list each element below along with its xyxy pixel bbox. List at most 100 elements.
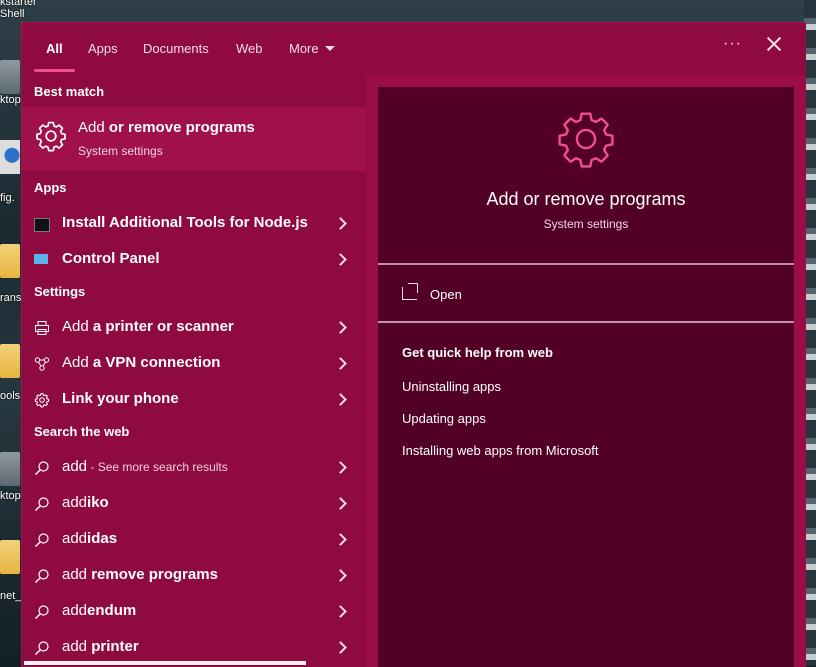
desktop-icon-label: net_ bbox=[0, 590, 22, 602]
list-item[interactable]: Install Additional Tools for Node.js bbox=[22, 205, 366, 241]
search-panel: All Apps Documents Web More ··· Best mat… bbox=[21, 22, 806, 667]
desktop-pc-icon[interactable] bbox=[0, 60, 20, 94]
best-match-title-light: Add bbox=[78, 119, 105, 136]
web-result-item[interactable]: addendum bbox=[22, 593, 366, 629]
best-match-item[interactable]: Add or remove programs System settings bbox=[22, 107, 366, 171]
section-settings: Settings bbox=[34, 284, 86, 299]
search-box-edge bbox=[24, 661, 306, 665]
chevron-right-icon[interactable] bbox=[334, 533, 346, 545]
list-item-text: add bbox=[62, 638, 88, 655]
printer-icon bbox=[35, 321, 49, 335]
chevron-right-icon[interactable] bbox=[334, 461, 346, 473]
divider bbox=[378, 263, 794, 265]
best-match-subtitle: System settings bbox=[78, 144, 163, 158]
list-item-text: endum bbox=[87, 602, 137, 619]
chevron-right-icon[interactable] bbox=[334, 217, 346, 229]
gear-icon bbox=[558, 112, 614, 168]
chevron-right-icon[interactable] bbox=[334, 357, 346, 369]
list-item-text: add bbox=[62, 566, 88, 583]
open-button[interactable]: Open bbox=[402, 283, 602, 309]
desktop-icon-label: kstarter bbox=[0, 0, 37, 8]
tab-more[interactable]: More bbox=[289, 41, 335, 56]
section-search-web: Search the web bbox=[34, 424, 130, 439]
list-item[interactable]: Control Panel bbox=[22, 241, 366, 277]
list-item[interactable]: Add a printer or scanner bbox=[22, 309, 366, 345]
chevron-right-icon[interactable] bbox=[334, 253, 346, 265]
list-item[interactable]: Add a VPN connection bbox=[22, 345, 366, 381]
preview-subtitle: System settings bbox=[543, 217, 629, 231]
list-item-label: Add a printer or scanner bbox=[62, 318, 234, 335]
list-item-text: Add bbox=[62, 318, 89, 335]
desktop-folder-icon[interactable] bbox=[0, 244, 20, 278]
list-item-text: Control Panel bbox=[62, 250, 160, 267]
preview-pane-frame: Add or remove programs System settings O… bbox=[366, 75, 806, 667]
list-item-text: printer bbox=[87, 638, 139, 655]
desktop-icon-label: rans bbox=[0, 292, 22, 304]
help-link-uninstalling[interactable]: Uninstalling apps bbox=[402, 379, 501, 394]
help-section-title: Get quick help from web bbox=[402, 345, 553, 360]
list-item-label: Control Panel bbox=[62, 250, 160, 267]
vpn-icon bbox=[34, 357, 50, 371]
control-panel-icon bbox=[34, 254, 48, 264]
desktop-icon-label: ktop bbox=[0, 490, 21, 502]
tab-apps[interactable]: Apps bbox=[88, 41, 118, 56]
close-icon[interactable] bbox=[766, 36, 782, 52]
list-item-label: add remove programs bbox=[62, 566, 218, 583]
best-match-title: Add or remove programs bbox=[78, 119, 255, 136]
desktop-config-icon[interactable] bbox=[0, 140, 20, 174]
chevron-right-icon[interactable] bbox=[334, 641, 346, 653]
open-label: Open bbox=[430, 287, 462, 302]
list-item-label: add printer bbox=[62, 638, 139, 655]
search-icon bbox=[35, 497, 49, 511]
tab-documents[interactable]: Documents bbox=[143, 41, 209, 56]
desktop-pc-icon[interactable] bbox=[0, 452, 20, 486]
search-icon bbox=[35, 641, 49, 655]
search-icon bbox=[35, 569, 49, 583]
desktop-folder-icon[interactable] bbox=[0, 344, 20, 378]
chevron-right-icon[interactable] bbox=[334, 393, 346, 405]
tab-web[interactable]: Web bbox=[236, 41, 263, 56]
list-item[interactable]: Link your phone bbox=[22, 381, 366, 417]
section-apps: Apps bbox=[34, 180, 67, 195]
desktop-icon-label: fig. bbox=[0, 192, 15, 204]
chevron-right-icon[interactable] bbox=[334, 321, 346, 333]
gear-icon bbox=[36, 121, 66, 152]
list-item-text: remove programs bbox=[87, 566, 218, 583]
tab-all[interactable]: All bbox=[46, 41, 63, 56]
list-item-text: idas bbox=[87, 530, 118, 547]
chevron-right-icon[interactable] bbox=[334, 569, 346, 581]
more-options-icon[interactable]: ··· bbox=[723, 35, 742, 53]
list-item-text: Link your phone bbox=[62, 390, 179, 407]
list-item-text: add bbox=[62, 458, 88, 475]
list-item-text: iko bbox=[87, 494, 109, 511]
list-item-label: addiko bbox=[62, 494, 109, 511]
tab-more-label: More bbox=[289, 41, 319, 56]
web-result-item[interactable]: addidas bbox=[22, 521, 366, 557]
web-result-item[interactable]: addiko bbox=[22, 485, 366, 521]
web-result-item[interactable]: add remove programs bbox=[22, 557, 366, 593]
list-item-text: add bbox=[62, 602, 88, 619]
preview-title: Add or remove programs bbox=[486, 189, 686, 209]
help-link-updating[interactable]: Updating apps bbox=[402, 411, 486, 426]
search-icon bbox=[35, 605, 49, 619]
web-result-item[interactable]: add printer bbox=[22, 629, 366, 665]
active-tab-indicator bbox=[34, 69, 75, 72]
chevron-right-icon[interactable] bbox=[334, 497, 346, 509]
list-item-text: a printer or scanner bbox=[92, 318, 234, 335]
list-item-label: addidas bbox=[62, 530, 117, 547]
help-link-installing-web-apps[interactable]: Installing web apps from Microsoft bbox=[402, 443, 599, 458]
search-icon bbox=[35, 461, 49, 475]
list-item-label: Add a VPN connection bbox=[62, 354, 220, 371]
desktop-icon-label: ools bbox=[0, 390, 21, 402]
desktop-folder-icon[interactable] bbox=[0, 540, 20, 574]
section-best-match: Best match bbox=[34, 84, 105, 99]
list-item-label: addendum bbox=[62, 602, 136, 619]
list-item-text: Install Additional Tools for Node.js bbox=[62, 214, 308, 231]
chevron-right-icon[interactable] bbox=[334, 605, 346, 617]
desktop-icon-label: Shell bbox=[0, 8, 25, 20]
list-item-text: Add bbox=[62, 354, 89, 371]
divider bbox=[378, 321, 794, 323]
web-result-item[interactable]: add - See more search results bbox=[22, 449, 366, 485]
search-tabs-bar: All Apps Documents Web More ··· bbox=[22, 23, 806, 75]
list-item-text: - See more search results bbox=[87, 460, 228, 474]
